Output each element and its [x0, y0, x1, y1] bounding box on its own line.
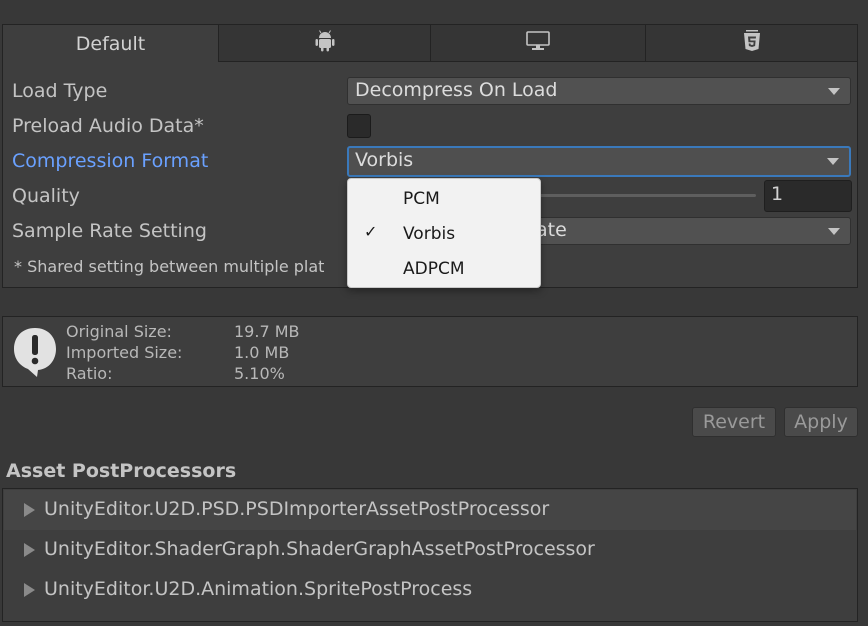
chevron-down-icon: [827, 158, 839, 165]
menu-item-vorbis[interactable]: ✓ Vorbis: [348, 218, 540, 252]
postprocessor-name: UnityEditor.U2D.Animation.SpritePostProc…: [44, 578, 473, 600]
asset-postprocessors-list: UnityEditor.U2D.PSD.PSDImporterAssetPost…: [2, 488, 858, 622]
shared-setting-note: * Shared setting between multiple plat: [14, 257, 325, 276]
expand-triangle-icon[interactable]: [24, 543, 35, 557]
postprocessor-name: UnityEditor.ShaderGraph.ShaderGraphAsset…: [44, 538, 595, 560]
original-size-value: 19.7 MB: [234, 322, 300, 341]
original-size-label: Original Size:: [66, 322, 172, 341]
checkmark-icon: ✓: [364, 222, 378, 241]
monitor-icon: [526, 31, 550, 55]
tab-standalone[interactable]: [431, 25, 646, 62]
expand-triangle-icon[interactable]: [24, 503, 35, 517]
platform-tab-bar: Default: [3, 25, 857, 62]
chevron-down-icon: [828, 228, 840, 235]
android-icon: [315, 30, 335, 56]
html5-icon: [743, 30, 761, 56]
menu-item-label: PCM: [403, 189, 440, 209]
ratio-value: 5.10%: [234, 364, 285, 383]
compression-format-dropdown[interactable]: Vorbis: [347, 146, 851, 177]
preload-audio-data-checkbox[interactable]: [347, 114, 371, 138]
list-item[interactable]: UnityEditor.U2D.Animation.SpritePostProc…: [4, 570, 856, 610]
sample-rate-setting-label: Sample Rate Setting: [12, 220, 207, 242]
list-item[interactable]: UnityEditor.ShaderGraph.ShaderGraphAsset…: [4, 530, 856, 570]
menu-item-label: ADPCM: [403, 259, 465, 279]
imported-size-value: 1.0 MB: [234, 343, 290, 362]
expand-triangle-icon[interactable]: [24, 583, 35, 597]
tab-default-label: Default: [75, 32, 146, 55]
compression-format-label: Compression Format: [12, 150, 209, 172]
imported-size-label: Imported Size:: [66, 343, 183, 362]
quality-label: Quality: [12, 185, 80, 207]
load-type-dropdown[interactable]: Decompress On Load: [347, 77, 851, 105]
quality-value: 1: [771, 183, 784, 205]
menu-item-adpcm[interactable]: ADPCM: [348, 253, 540, 287]
menu-item-pcm[interactable]: PCM: [348, 183, 540, 217]
quality-number-field[interactable]: 1: [764, 180, 852, 212]
tab-android[interactable]: [219, 25, 431, 62]
revert-button[interactable]: Revert: [692, 407, 776, 437]
preload-audio-data-label: Preload Audio Data*: [12, 115, 204, 137]
chevron-down-icon: [828, 88, 840, 95]
warning-speech-bubble-icon: [11, 326, 59, 382]
import-info-box: Original Size: 19.7 MB Imported Size: 1.…: [2, 316, 858, 387]
ratio-label: Ratio:: [66, 364, 113, 383]
compression-format-menu: PCM ✓ Vorbis ADPCM: [347, 178, 541, 288]
compression-format-value: Vorbis: [355, 149, 414, 171]
tab-default[interactable]: Default: [3, 25, 219, 62]
list-item[interactable]: UnityEditor.U2D.PSD.PSDImporterAssetPost…: [4, 490, 856, 530]
load-type-label: Load Type: [12, 80, 108, 102]
apply-button[interactable]: Apply: [784, 407, 858, 437]
postprocessor-name: UnityEditor.U2D.PSD.PSDImporterAssetPost…: [44, 498, 550, 520]
tab-webgl[interactable]: [646, 25, 857, 62]
load-type-value: Decompress On Load: [355, 79, 558, 101]
menu-item-label: Vorbis: [403, 224, 456, 244]
quality-slider[interactable]: [520, 194, 756, 197]
asset-postprocessors-title: Asset PostProcessors: [6, 460, 237, 482]
